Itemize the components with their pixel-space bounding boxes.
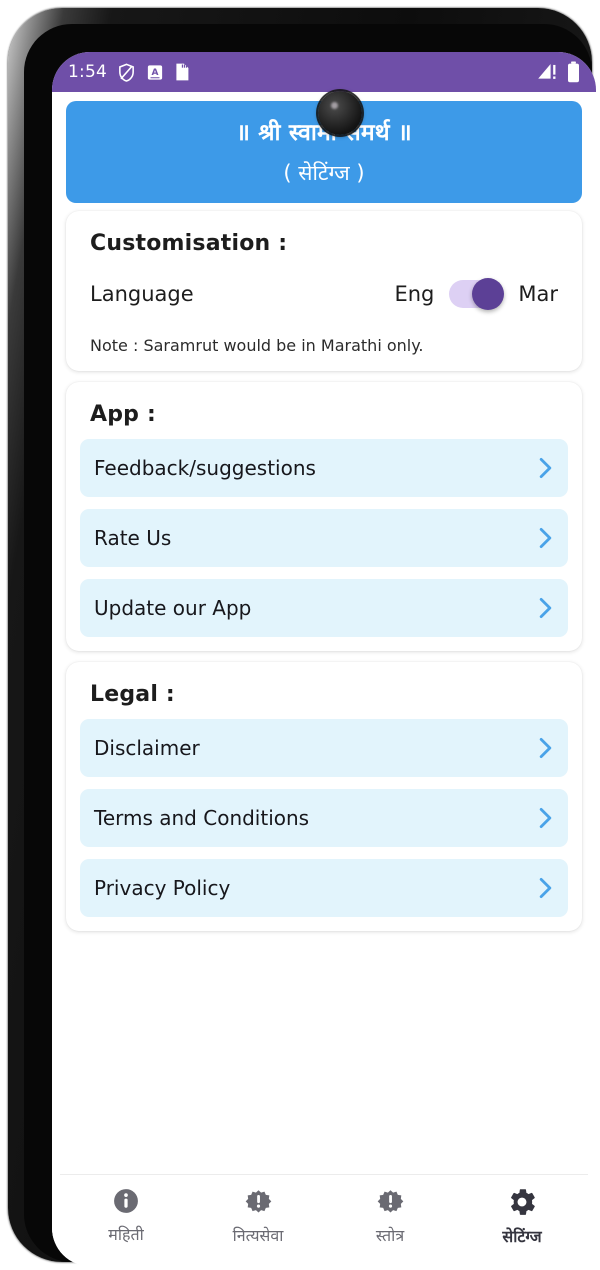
phone-frame: 1:54 A ॥ श्री स्वामी समर्थ ॥ (सेटिंग्ज …	[8, 8, 596, 1266]
language-toggle-knob	[472, 277, 505, 310]
nav-item-nityaseva[interactable]: नित्यसेवा	[192, 1188, 324, 1246]
page-subtitle: ( सेटिंग्ज )	[283, 160, 365, 185]
chevron-right-icon	[539, 597, 552, 619]
nav-item-label: नित्यसेवा	[232, 1226, 284, 1245]
list-item-label: Disclaimer	[94, 735, 200, 760]
signal-alert-icon	[538, 64, 556, 79]
phone-bezel: 1:54 A ॥ श्री स्वामी समर्थ ॥ (सेटिंग्ज …	[24, 24, 596, 1266]
nav-item-stotra[interactable]: स्तोत्र	[324, 1188, 456, 1246]
language-toggle-switch[interactable]	[449, 277, 505, 310]
customisation-note: Note : Saramrut would be in Marathi only…	[90, 335, 424, 355]
language-label: Language	[90, 281, 194, 306]
app-section-title: App :	[90, 401, 156, 427]
chevron-right-icon	[539, 737, 552, 759]
nav-item-mahiti[interactable]: महिती	[60, 1188, 192, 1245]
battery-full-icon	[568, 61, 579, 83]
customisation-card: Customisation : Language Eng Mar Note : …	[66, 210, 582, 371]
legal-section-card: Legal : Disclaimer Terms and Conditions	[66, 661, 582, 931]
language-row: Language Eng Mar	[80, 264, 568, 312]
status-bar-right-group	[536, 61, 580, 83]
sd-card-icon	[176, 63, 189, 81]
app-section-card: App : Feedback/suggestions Rate Us Updat…	[66, 381, 582, 651]
chevron-right-icon	[539, 527, 552, 549]
language-option-eng[interactable]: Eng	[394, 282, 434, 306]
legal-section-title: Legal :	[90, 681, 175, 707]
list-item-label: Terms and Conditions	[94, 805, 310, 830]
svg-text:A: A	[152, 68, 159, 78]
nav-item-settings[interactable]: सेटिंग्ज	[456, 1188, 588, 1247]
customisation-title: Customisation :	[90, 230, 288, 256]
shield-slash-icon	[119, 62, 134, 82]
chevron-right-icon	[539, 457, 552, 479]
list-item-terms-and-conditions[interactable]: Terms and Conditions	[80, 788, 568, 847]
chevron-right-icon	[539, 807, 552, 829]
list-item-label: Feedback/suggestions	[94, 455, 316, 480]
front-camera-punch-hole	[318, 91, 362, 135]
list-item-rate-us[interactable]: Rate Us	[80, 508, 568, 567]
nav-item-label: महिती	[108, 1225, 144, 1244]
status-bar: 1:54 A	[52, 52, 596, 92]
list-item-label: Update our App	[94, 595, 252, 620]
burst-exclamation-icon	[245, 1190, 271, 1213]
gear-icon	[511, 1189, 535, 1215]
list-item-privacy-policy[interactable]: Privacy Policy	[80, 858, 568, 917]
nav-item-label: स्तोत्र	[375, 1226, 405, 1245]
status-bar-clock: 1:54	[68, 62, 107, 82]
app-content: ॥ श्री स्वामी समर्थ ॥ ( सेटिंग्ज ) Custo…	[52, 92, 596, 1266]
chevron-right-icon	[539, 877, 552, 899]
bottom-navigation-bar: महिती नित्यसेवा स्तोत्र सेटिंग्ज	[60, 1174, 588, 1266]
list-item-label: Rate Us	[94, 525, 172, 550]
list-item-disclaimer[interactable]: Disclaimer	[80, 718, 568, 777]
nav-item-label: सेटिंग्ज	[502, 1227, 542, 1246]
list-item-update-app[interactable]: Update our App	[80, 578, 568, 637]
info-circle-icon	[114, 1189, 138, 1213]
status-bar-left-group: 1:54 A	[68, 62, 190, 83]
language-options-group: Eng Mar	[394, 277, 558, 310]
list-item-label: Privacy Policy	[94, 875, 231, 900]
phone-screen: 1:54 A ॥ श्री स्वामी समर्थ ॥ (सेटिंग्ज …	[52, 52, 596, 1266]
language-option-mar[interactable]: Mar	[518, 282, 558, 306]
burst-exclamation-icon	[377, 1190, 403, 1213]
list-item-feedback[interactable]: Feedback/suggestions	[80, 438, 568, 497]
letter-a-badge-icon: A	[147, 64, 163, 80]
